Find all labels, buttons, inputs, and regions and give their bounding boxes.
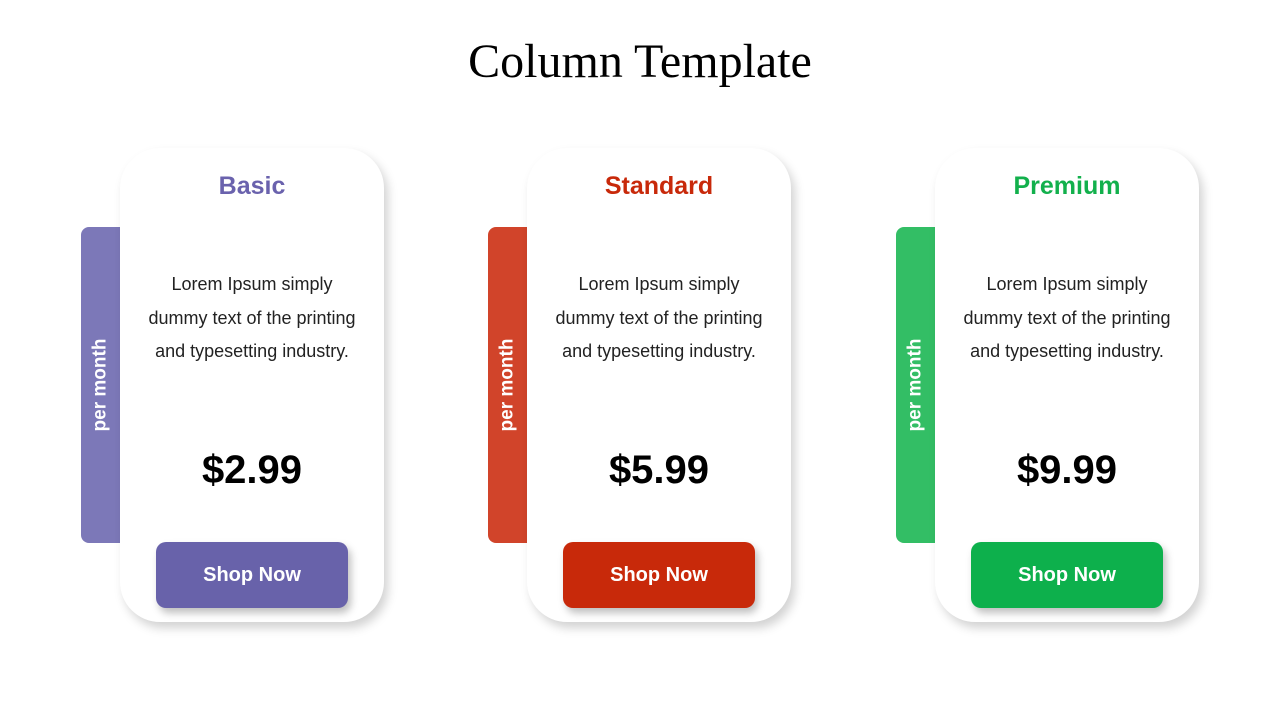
plan-description: Lorem Ipsum simply dummy text of the pri…: [148, 274, 356, 361]
period-label: per month: [89, 338, 111, 432]
plan-name: Standard: [604, 172, 714, 200]
plan-name: Premium: [1013, 172, 1121, 200]
plan-name: Basic: [218, 172, 286, 200]
plan-card: Premium Lorem Ipsum simply dummy text of…: [935, 148, 1199, 622]
period-label: per month: [496, 338, 518, 432]
plan-price: $9.99: [1016, 448, 1118, 492]
period-label: per month: [904, 338, 926, 432]
plan-column-basic: per month Basic Lorem Ipsum simply dummy…: [81, 148, 384, 622]
plan-price: $2.99: [201, 448, 303, 492]
plan-card: Standard Lorem Ipsum simply dummy text o…: [527, 148, 791, 622]
shop-now-button[interactable]: Shop Now: [971, 542, 1163, 608]
plan-column-standard: per month Standard Lorem Ipsum simply du…: [488, 148, 791, 622]
shop-now-button[interactable]: Shop Now: [563, 542, 755, 608]
plan-card: Basic Lorem Ipsum simply dummy text of t…: [120, 148, 384, 622]
plan-description: Lorem Ipsum simply dummy text of the pri…: [963, 274, 1171, 361]
plan-price: $5.99: [608, 448, 710, 492]
plan-description: Lorem Ipsum simply dummy text of the pri…: [555, 274, 763, 361]
page-title: Column Template: [468, 35, 812, 88]
plan-column-premium: per month Premium Lorem Ipsum simply dum…: [896, 148, 1199, 622]
shop-now-button[interactable]: Shop Now: [156, 542, 348, 608]
